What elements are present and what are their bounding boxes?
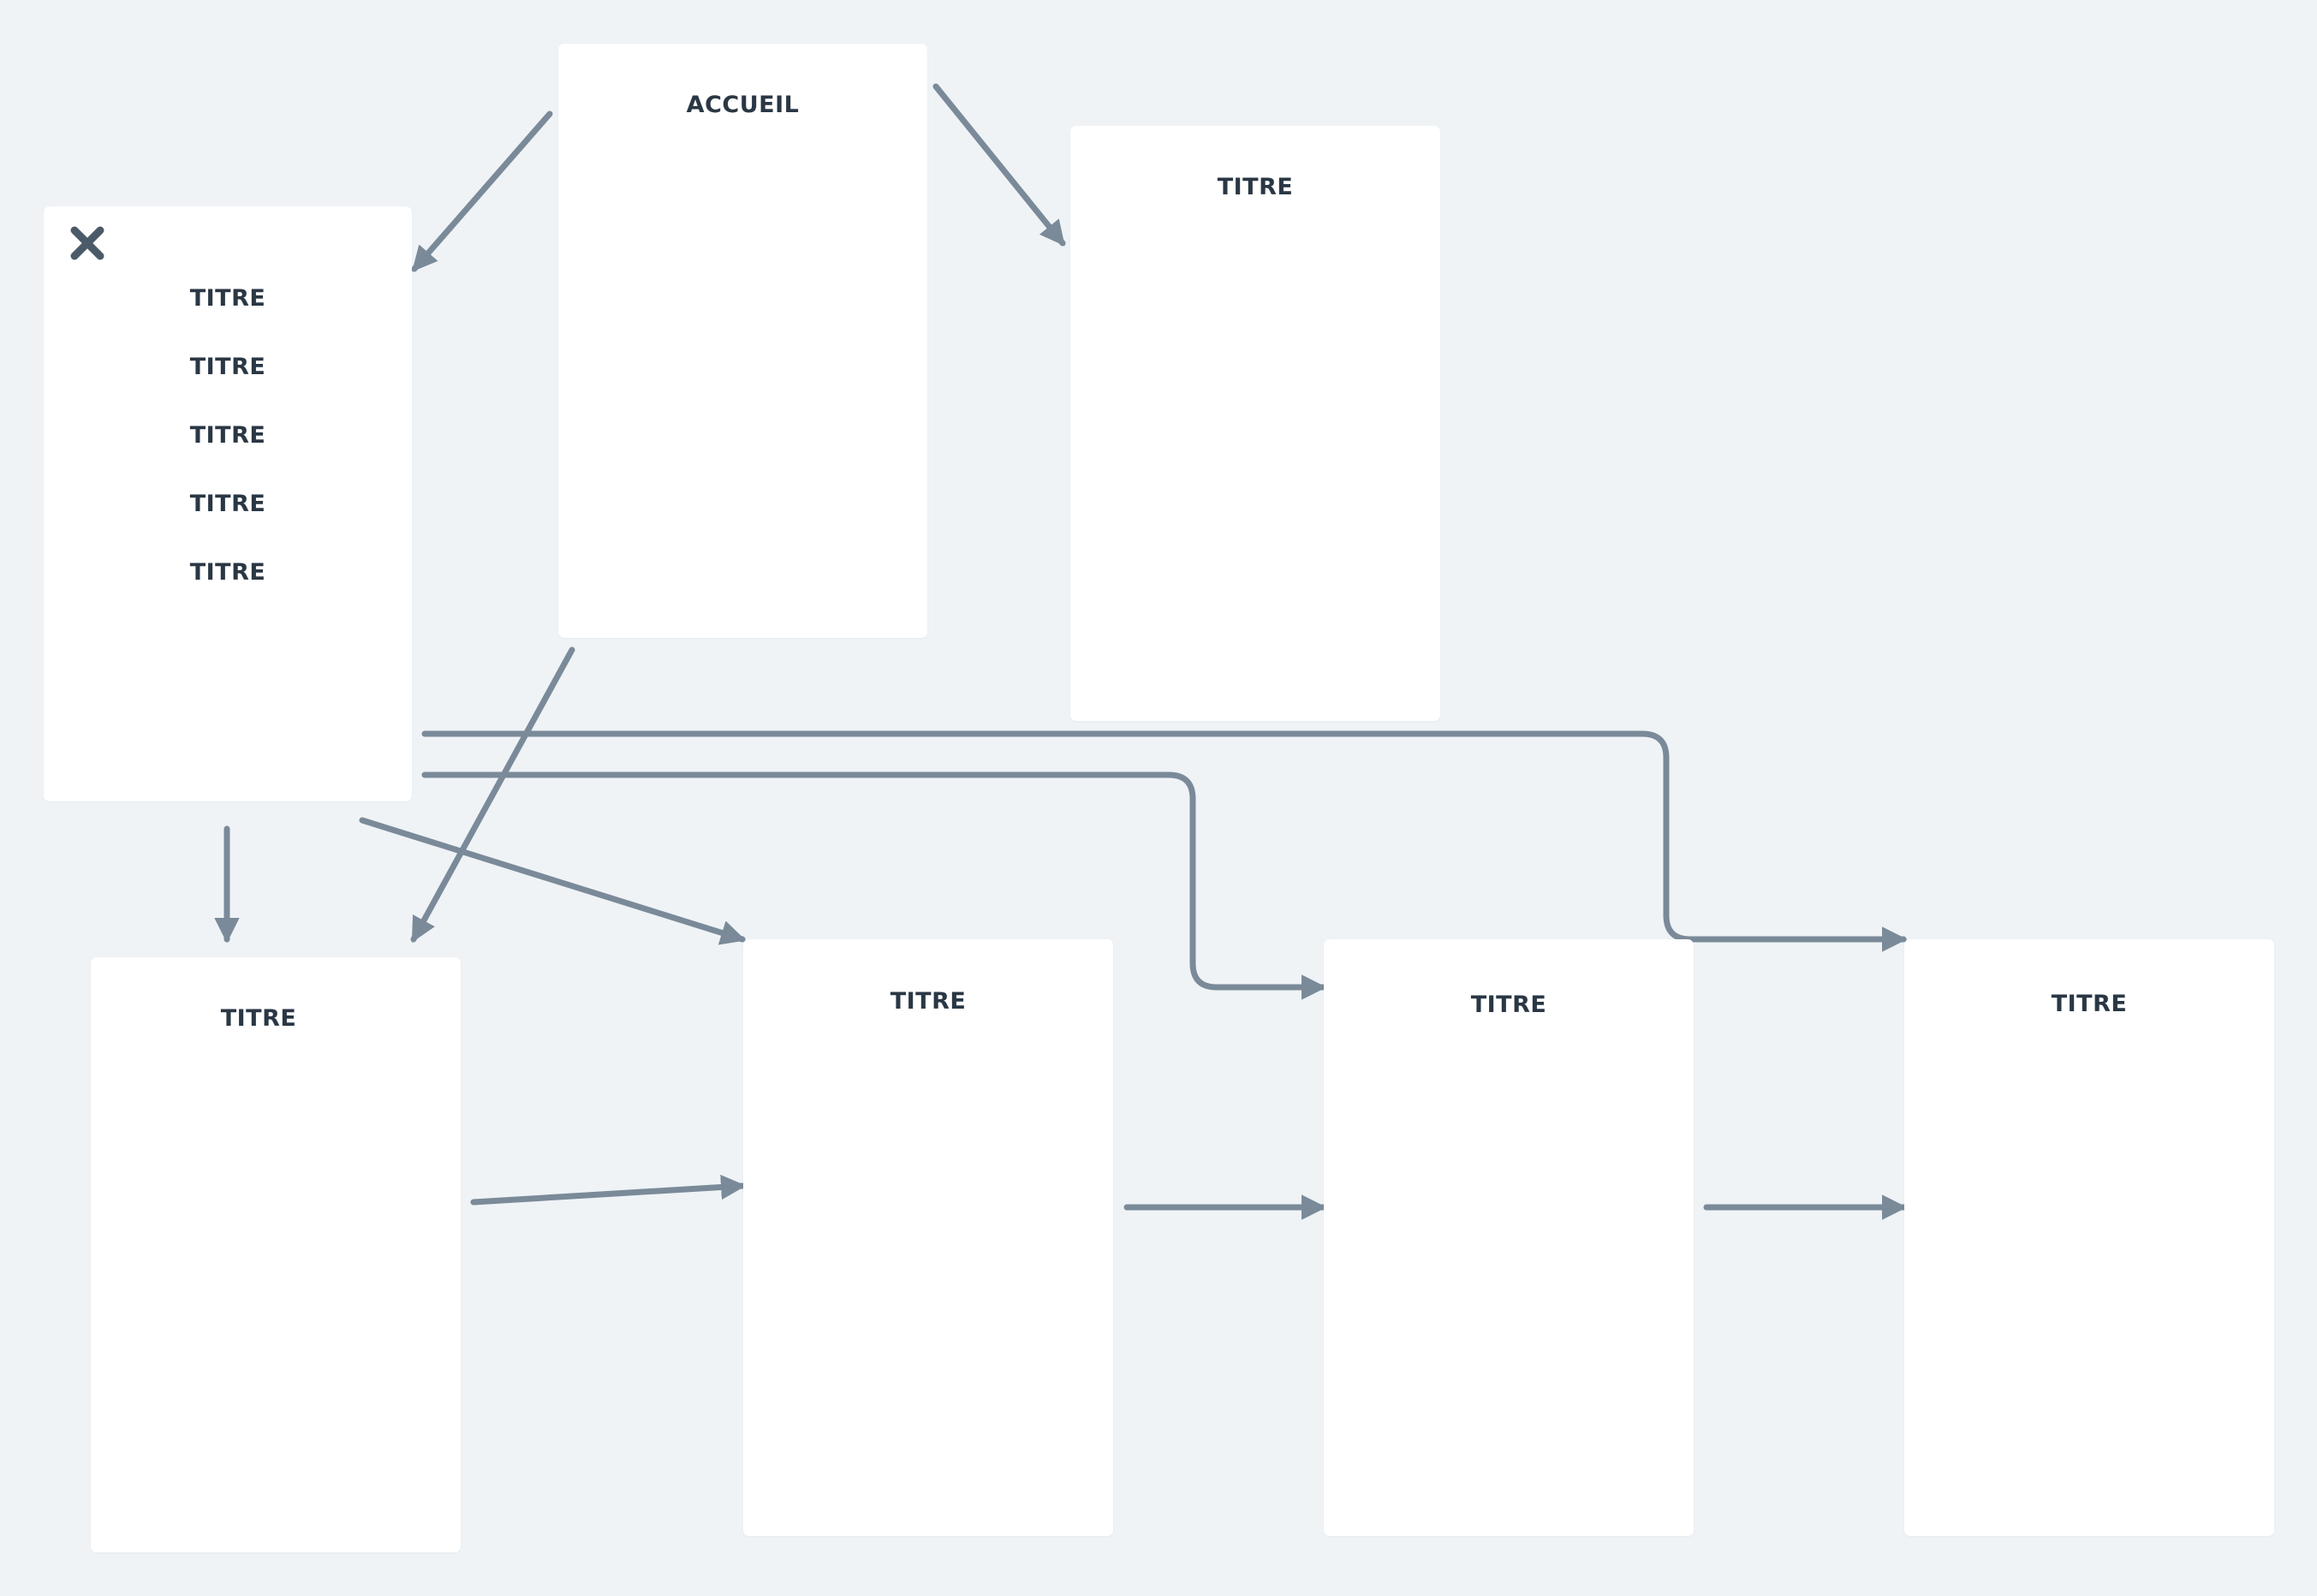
menu-item-2[interactable]: TITRE [44,354,412,380]
menu-item-5[interactable]: TITRE [44,559,412,586]
screen-bottom-2: TITRE [743,939,1113,1536]
screen-top-right: TITRE [1070,126,1440,721]
screen-bottom-3: TITRE [1324,939,1694,1536]
menu-item-4[interactable]: TITRE [44,491,412,517]
screen-menu: TITRE TITRE TITRE TITRE TITRE [44,206,412,801]
screen-bottom-3-title: TITRE [1470,992,1547,1018]
connector-home-to-menu [411,110,553,272]
connector-home-to-top-right [932,83,1066,247]
menu-item-1[interactable]: TITRE [44,285,412,312]
connector-home-to-bottom-1 [410,646,575,943]
connector-bottom-1-to-bottom-2 [470,1174,747,1206]
screen-bottom-1: TITRE [91,957,461,1552]
screen-bottom-1-title: TITRE [220,1005,297,1032]
wireframe-canvas: ACCUEIL TITRE TITRE TITRE TITRE TITRE TI… [0,0,2317,1596]
screen-home-title: ACCUEIL [686,92,800,118]
screen-top-right-title: TITRE [1217,174,1294,200]
screen-bottom-4: TITRE [1904,939,2274,1536]
screen-bottom-2-title: TITRE [890,988,967,1015]
screen-bottom-4-title: TITRE [2051,991,2128,1017]
screen-home: ACCUEIL [558,44,927,638]
connector-menu-to-bottom-2 [359,817,747,945]
connector-menu-to-bottom-4 [421,730,1908,952]
menu-item-3[interactable]: TITRE [44,422,412,449]
close-icon[interactable] [68,223,107,263]
